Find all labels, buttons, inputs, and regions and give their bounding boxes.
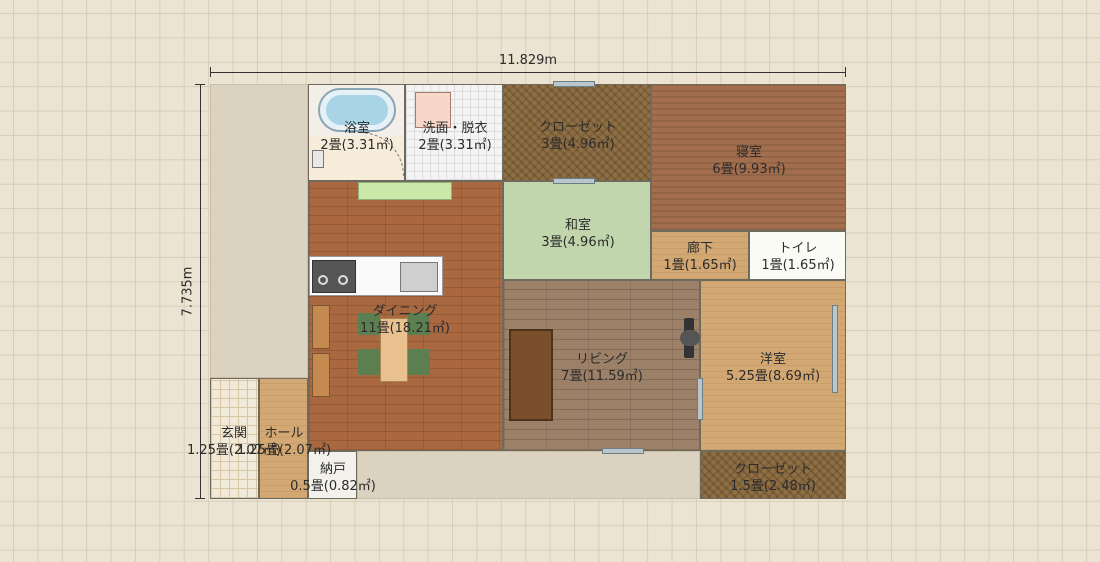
- room-name: クローゼット: [538, 120, 618, 135]
- room-name: 洗面・脱衣: [422, 121, 488, 136]
- sofa-icon: [509, 329, 553, 421]
- label-bath: 浴室 2畳(3.31㎡): [320, 120, 393, 154]
- room-name: 浴室: [343, 121, 370, 136]
- label-toilet: トイレ 1畳(1.65㎡): [761, 240, 834, 274]
- room-area: 5.25畳(8.69㎡): [725, 369, 821, 384]
- height-dimension-label: 7.735m: [180, 266, 196, 317]
- width-dimension-label: 11.829m: [498, 53, 558, 68]
- tv-stand-icon: [680, 330, 700, 346]
- label-washroom: 洗面・脱衣 2畳(3.31㎡): [418, 120, 491, 154]
- room-name: トイレ: [778, 241, 818, 256]
- label-hall: ホール 1.25畳(2.07㎡): [237, 425, 331, 459]
- room-area: 6畳(9.93㎡): [712, 162, 786, 177]
- room-area: 2畳(3.31㎡): [320, 138, 394, 153]
- room-area: 1.5畳(2.48㎡): [730, 479, 816, 494]
- window-north: [553, 81, 595, 87]
- height-dimension-tick-top: [195, 84, 205, 85]
- label-dining: ダイニング 11畳(18.21㎡): [360, 303, 450, 337]
- room-name: ホール: [264, 426, 304, 441]
- room-name: 洋室: [759, 352, 787, 367]
- room-name: ダイニング: [372, 304, 438, 319]
- dining-chair-icon: [408, 349, 430, 375]
- label-western: 洋室 5.25畳(8.69㎡): [726, 351, 820, 385]
- width-dimension-line: [210, 72, 846, 73]
- room-area: 3畳(4.96㎡): [541, 137, 615, 152]
- kitchen-sink-icon: [400, 262, 438, 292]
- room-area: 3畳(4.96㎡): [541, 235, 615, 250]
- room-area: 7畳(11.59㎡): [561, 369, 643, 384]
- room-name: 寝室: [735, 145, 762, 160]
- room-area: 2畳(3.31㎡): [418, 138, 492, 153]
- window-western-east: [832, 305, 838, 393]
- dining-chair-icon: [358, 349, 380, 375]
- room-area: 1畳(1.65㎡): [761, 258, 835, 273]
- room-area: 11畳(18.21㎡): [360, 321, 450, 336]
- kitchen-cabinet-icon: [358, 182, 452, 200]
- front-yard: [357, 451, 700, 499]
- room-area: 1.25畳(2.07㎡): [236, 443, 332, 458]
- window-washitsu: [553, 178, 595, 184]
- room-area: 1畳(1.65㎡): [663, 258, 737, 273]
- room-area: 0.5畳(0.82㎡): [290, 479, 376, 494]
- shelf-icon: [312, 305, 330, 349]
- side-yard: [210, 84, 308, 378]
- room-name: クローゼット: [733, 462, 813, 477]
- room-name: 納戸: [319, 462, 347, 477]
- shelf-icon: [312, 353, 330, 397]
- room-name: 和室: [564, 218, 591, 233]
- label-living: リビング 7畳(11.59㎡): [561, 351, 643, 385]
- label-hallway: 廊下 1畳(1.65㎡): [663, 240, 736, 274]
- height-dimension-tick-bottom: [195, 498, 205, 499]
- stove-icon: [312, 260, 356, 293]
- window-living-east: [697, 378, 703, 420]
- label-closet-north: クローゼット 3畳(4.96㎡): [539, 119, 617, 153]
- room-name: 廊下: [686, 241, 713, 256]
- label-bedroom: 寝室 6畳(9.93㎡): [712, 144, 785, 178]
- width-dimension-tick-left: [210, 67, 211, 77]
- room-name: リビング: [575, 352, 629, 367]
- label-washitsu: 和室 3畳(4.96㎡): [541, 217, 614, 251]
- label-closet-south: クローゼット 1.5畳(2.48㎡): [730, 461, 816, 495]
- width-dimension-tick-right: [845, 67, 846, 77]
- window-living-south: [602, 448, 644, 454]
- label-nando: 納戸 0.5畳(0.82㎡): [290, 461, 376, 495]
